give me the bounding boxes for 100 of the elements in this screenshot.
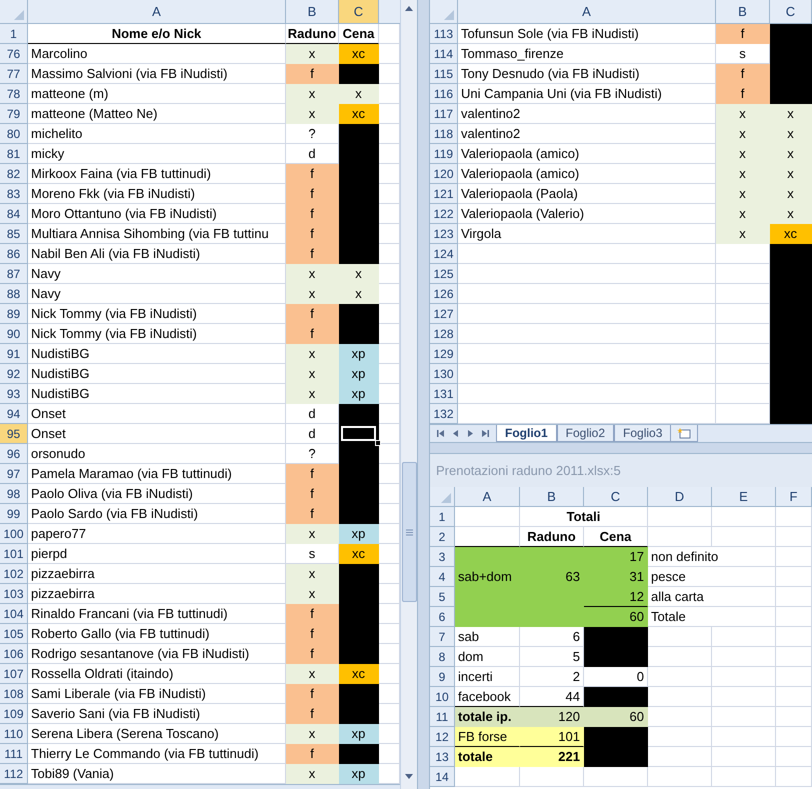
sheet-tab[interactable]: Foglio3 bbox=[614, 425, 672, 442]
row-header[interactable]: 114 bbox=[430, 44, 458, 64]
row-header[interactable]: 4 bbox=[430, 567, 455, 587]
row-header[interactable]: 76 bbox=[0, 44, 28, 64]
row-header[interactable]: 112 bbox=[0, 764, 28, 784]
row-header[interactable]: 132 bbox=[430, 404, 458, 424]
scroll-thumb[interactable] bbox=[402, 462, 416, 602]
row-header[interactable]: 111 bbox=[0, 744, 28, 764]
column-header[interactable]: D bbox=[648, 487, 712, 507]
previous-sheet-icon[interactable] bbox=[451, 429, 460, 438]
row-header[interactable]: 93 bbox=[0, 384, 28, 404]
row-header[interactable]: 9 bbox=[430, 667, 455, 687]
table-cell: matteone (Matteo Ne) bbox=[28, 104, 286, 124]
row-header[interactable]: 116 bbox=[430, 84, 458, 104]
row-header[interactable]: 128 bbox=[430, 324, 458, 344]
row-header[interactable]: 95 bbox=[0, 424, 28, 444]
row-header[interactable]: 130 bbox=[430, 364, 458, 384]
row-header[interactable]: 91 bbox=[0, 344, 28, 364]
row-header[interactable]: 80 bbox=[0, 124, 28, 144]
row-header[interactable]: 120 bbox=[430, 164, 458, 184]
row-header[interactable]: 123 bbox=[430, 224, 458, 244]
next-sheet-icon[interactable] bbox=[466, 429, 475, 438]
row-header[interactable]: 96 bbox=[0, 444, 28, 464]
row-header[interactable]: 103 bbox=[0, 584, 28, 604]
row-header[interactable]: 105 bbox=[0, 624, 28, 644]
row-header[interactable]: 117 bbox=[430, 104, 458, 124]
row-header[interactable]: 92 bbox=[0, 364, 28, 384]
first-sheet-icon[interactable] bbox=[436, 429, 445, 438]
table-cell: 2 bbox=[520, 667, 584, 687]
row-header[interactable]: 7 bbox=[430, 627, 455, 647]
row-header[interactable]: 10 bbox=[430, 687, 455, 707]
row-header[interactable]: 5 bbox=[430, 587, 455, 607]
row-header[interactable]: 106 bbox=[0, 644, 28, 664]
row-header[interactable]: 1 bbox=[0, 24, 28, 44]
row-header[interactable]: 127 bbox=[430, 304, 458, 324]
column-header[interactable]: B bbox=[520, 487, 584, 507]
row-header[interactable]: 110 bbox=[0, 724, 28, 744]
column-header[interactable]: F bbox=[776, 487, 812, 507]
row-header[interactable]: 131 bbox=[430, 384, 458, 404]
row-header[interactable]: 129 bbox=[430, 344, 458, 364]
row-header[interactable]: 2 bbox=[430, 527, 455, 547]
row-header[interactable]: 115 bbox=[430, 64, 458, 84]
row-header[interactable]: 87 bbox=[0, 264, 28, 284]
sheet-tab[interactable]: Foglio2 bbox=[556, 425, 614, 442]
row-header[interactable]: 83 bbox=[0, 184, 28, 204]
row-header[interactable]: 84 bbox=[0, 204, 28, 224]
column-header[interactable]: A bbox=[28, 0, 286, 24]
row-header[interactable]: 121 bbox=[430, 184, 458, 204]
row-header[interactable]: 90 bbox=[0, 324, 28, 344]
scroll-up-icon[interactable] bbox=[405, 6, 413, 11]
column-header[interactable]: B bbox=[716, 0, 770, 24]
column-header[interactable]: A bbox=[458, 0, 716, 24]
row-header[interactable]: 102 bbox=[0, 564, 28, 584]
row-header[interactable]: 77 bbox=[0, 64, 28, 84]
column-header[interactable]: C bbox=[339, 0, 379, 24]
row-header[interactable]: 109 bbox=[0, 704, 28, 724]
last-sheet-icon[interactable] bbox=[481, 429, 490, 438]
row-header[interactable]: 3 bbox=[430, 547, 455, 567]
column-header[interactable]: B bbox=[286, 0, 339, 24]
row-header[interactable]: 89 bbox=[0, 304, 28, 324]
row-header[interactable]: 6 bbox=[430, 607, 455, 627]
row-header[interactable]: 79 bbox=[0, 104, 28, 124]
column-header[interactable]: C bbox=[770, 0, 812, 24]
table-cell: pizzaebirra bbox=[28, 564, 286, 584]
insert-sheet-icon[interactable] bbox=[677, 427, 692, 439]
row-header[interactable]: 98 bbox=[0, 484, 28, 504]
row-header[interactable]: 78 bbox=[0, 84, 28, 104]
row-header[interactable]: 85 bbox=[0, 224, 28, 244]
column-header[interactable]: E bbox=[712, 487, 776, 507]
row-header[interactable]: 14 bbox=[430, 767, 455, 787]
row-header[interactable]: 86 bbox=[0, 244, 28, 264]
sheet-tab[interactable]: Foglio1 bbox=[496, 425, 557, 442]
row-header[interactable]: 124 bbox=[430, 244, 458, 264]
row-header[interactable]: 126 bbox=[430, 284, 458, 304]
row-header[interactable]: 104 bbox=[0, 604, 28, 624]
row-header[interactable]: 13 bbox=[430, 747, 455, 767]
row-header[interactable]: 12 bbox=[430, 727, 455, 747]
row-header[interactable]: 107 bbox=[0, 664, 28, 684]
row-header[interactable]: 81 bbox=[0, 144, 28, 164]
row-header[interactable]: 108 bbox=[0, 684, 28, 704]
row-header[interactable]: 122 bbox=[430, 204, 458, 224]
row-header[interactable]: 100 bbox=[0, 524, 28, 544]
row-header[interactable]: 97 bbox=[0, 464, 28, 484]
column-header[interactable]: C bbox=[584, 487, 648, 507]
scrollbar[interactable] bbox=[400, 0, 417, 789]
row-header[interactable]: 8 bbox=[430, 647, 455, 667]
scroll-down-icon[interactable] bbox=[405, 774, 413, 779]
row-header[interactable]: 82 bbox=[0, 164, 28, 184]
column-header[interactable]: A bbox=[455, 487, 520, 507]
row-header[interactable]: 99 bbox=[0, 504, 28, 524]
row-header[interactable]: 1 bbox=[430, 507, 455, 527]
fill-handle[interactable] bbox=[375, 440, 381, 446]
row-header[interactable]: 94 bbox=[0, 404, 28, 424]
row-header[interactable]: 88 bbox=[0, 284, 28, 304]
row-header[interactable]: 11 bbox=[430, 707, 455, 727]
row-header[interactable]: 101 bbox=[0, 544, 28, 564]
row-header[interactable]: 119 bbox=[430, 144, 458, 164]
row-header[interactable]: 113 bbox=[430, 24, 458, 44]
row-header[interactable]: 125 bbox=[430, 264, 458, 284]
row-header[interactable]: 118 bbox=[430, 124, 458, 144]
